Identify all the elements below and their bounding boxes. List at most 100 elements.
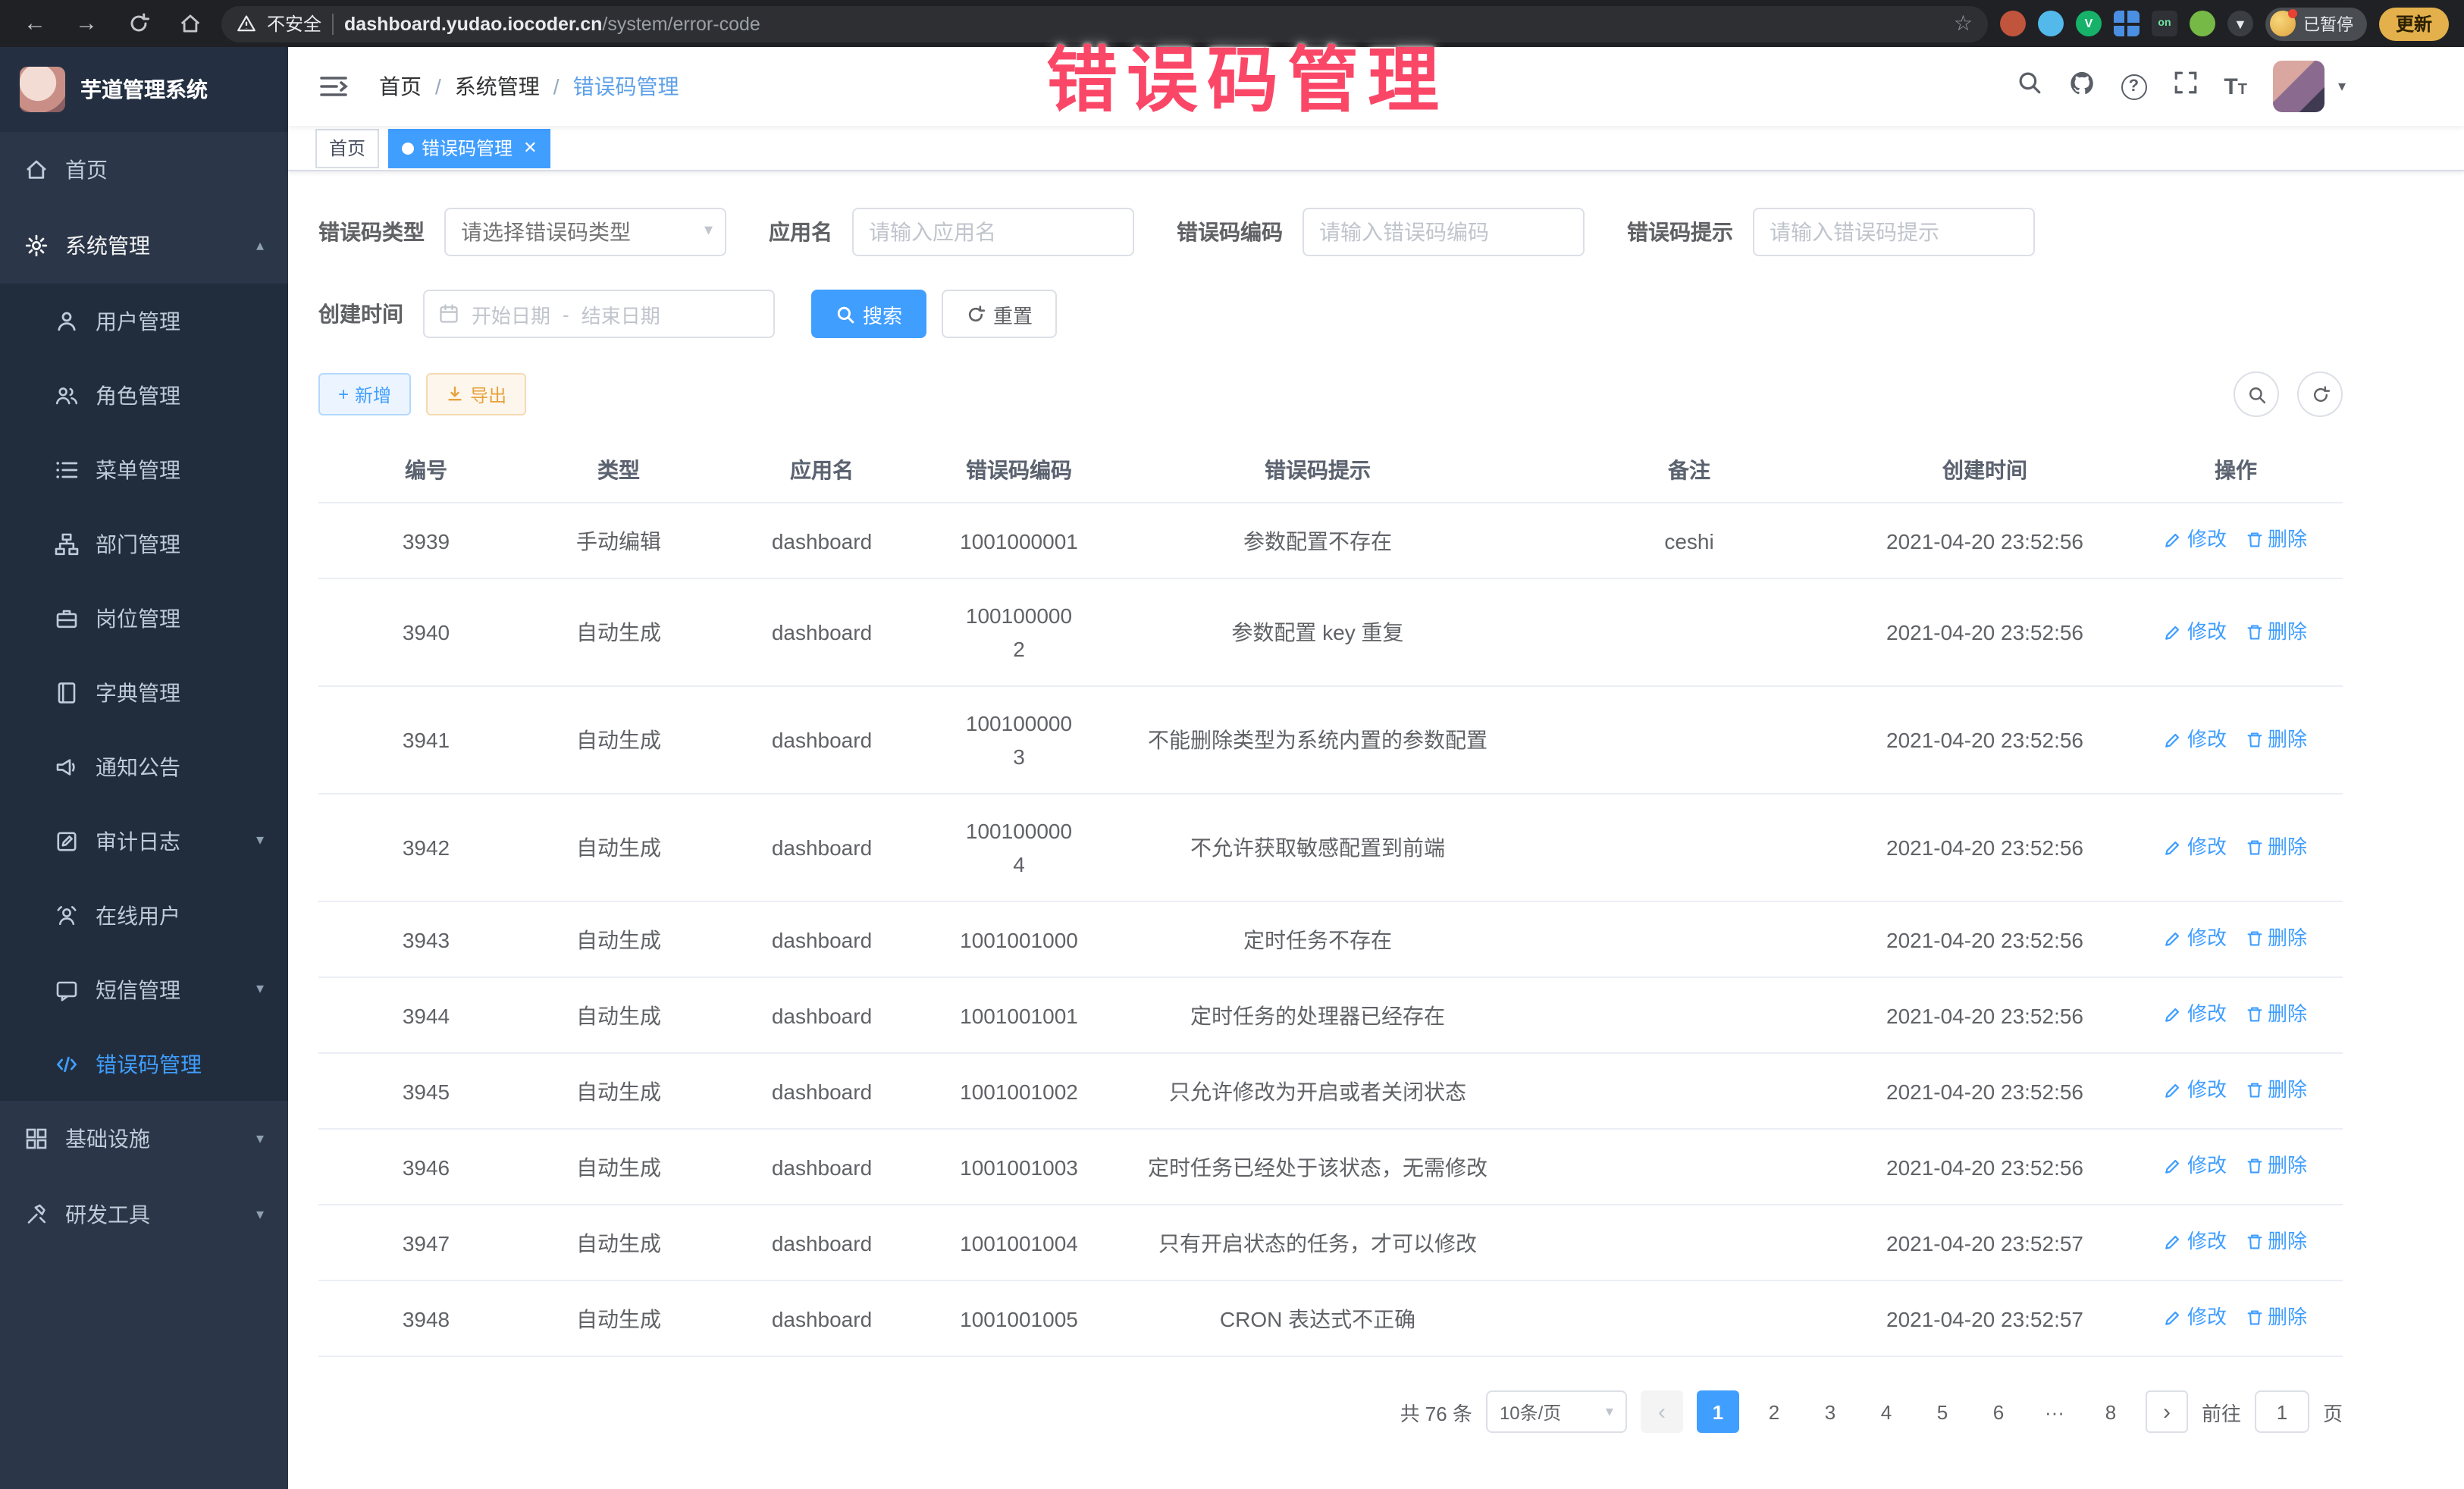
delete-button[interactable]: 删除 [2245,922,2307,955]
sidebar-item-system[interactable]: 系统管理 ▴ [0,208,288,284]
extension-icon-4[interactable] [2114,11,2140,36]
sidebar-toggle-button[interactable] [309,73,358,100]
app-logo[interactable]: 芋道管理系统 [0,47,288,132]
prev-page-button[interactable]: ‹ [1641,1390,1683,1433]
pencil-icon [2165,622,2183,641]
edit-button[interactable]: 修改 [2165,998,2227,1031]
sidebar-item-roles[interactable]: 角色管理 [0,358,288,432]
page-button-4[interactable]: 4 [1865,1390,1908,1433]
breadcrumb-home[interactable]: 首页 [379,71,422,102]
page-size-select[interactable]: 10条/页 ▾ [1486,1390,1627,1433]
cell-created: 2021-04-20 23:52:56 [1841,1053,2129,1129]
add-button[interactable]: + 新增 [318,373,411,415]
edit-button[interactable]: 修改 [2165,830,2227,864]
edit-button[interactable]: 修改 [2165,523,2227,556]
edit-button[interactable]: 修改 [2165,1149,2227,1183]
page-button-5[interactable]: 5 [1921,1390,1964,1433]
refresh-table-button[interactable] [2297,371,2343,417]
sidebar-item-users[interactable]: 用户管理 [0,284,288,358]
sidebar-item-error-code[interactable]: 错误码管理 [0,1027,288,1101]
extension-icon-5[interactable]: on [2152,11,2177,36]
cell-created: 2021-04-20 23:52:56 [1841,686,2129,794]
delete-button[interactable]: 删除 [2245,830,2307,864]
browser-reload-button[interactable] [118,5,158,42]
sidebar-item-departments[interactable]: 部门管理 [0,506,288,581]
next-page-button[interactable]: › [2146,1390,2188,1433]
delete-button[interactable]: 删除 [2245,1225,2307,1259]
show-search-toggle-button[interactable] [2234,371,2279,417]
font-size-icon[interactable]: TT [2224,74,2247,99]
breadcrumb-system[interactable]: 系统管理 [455,71,540,102]
edit-button[interactable]: 修改 [2165,615,2227,648]
sidebar-item-infrastructure[interactable]: 基础设施 ▾ [0,1101,288,1177]
page-button-8[interactable]: 8 [2089,1390,2132,1433]
delete-button[interactable]: 删除 [2245,523,2307,556]
megaphone-icon [55,754,79,779]
browser-profile-chip[interactable]: 已暂停 [2265,7,2367,40]
search-button[interactable]: 搜索 [811,290,926,338]
export-button[interactable]: 导出 [426,373,526,415]
browser-back-button[interactable]: ← [15,5,55,42]
cell-operations: 修改 删除 [2129,794,2343,901]
url-text[interactable]: dashboard.yudao.iocoder.cn/system/error-… [344,13,1943,34]
reset-button[interactable]: 重置 [942,290,1057,338]
close-tab-icon[interactable]: ✕ [523,138,537,158]
extension-icon-3[interactable]: V [2076,11,2102,36]
browser-update-button[interactable]: 更新 [2379,7,2449,40]
header-search-icon[interactable] [2016,70,2042,103]
delete-button[interactable]: 删除 [2245,1074,2307,1107]
cell-message: 参数配置不存在 [1098,503,1538,578]
chevron-down-icon[interactable]: ▾ [2338,78,2346,95]
bookmark-star-icon[interactable]: ☆ [1954,11,1973,36]
extension-icon-2[interactable] [2038,11,2064,36]
edit-button[interactable]: 修改 [2165,922,2227,955]
extension-icon-6[interactable] [2190,11,2215,36]
goto-page-input[interactable] [2255,1390,2309,1433]
delete-button[interactable]: 删除 [2245,1149,2307,1183]
error-code-input[interactable] [1303,208,1585,256]
browser-home-button[interactable] [170,5,209,42]
help-icon[interactable]: ? [2121,74,2146,99]
sidebar-item-online-users[interactable]: 在线用户 [0,878,288,952]
sidebar-item-notices[interactable]: 通知公告 [0,729,288,804]
delete-button[interactable]: 删除 [2245,615,2307,648]
delete-button[interactable]: 删除 [2245,723,2307,756]
gear-icon [24,234,49,258]
error-message-input[interactable] [1753,208,2035,256]
extension-icon-1[interactable] [2000,11,2026,36]
security-label[interactable]: 不安全 [267,11,321,36]
github-icon[interactable] [2067,69,2095,104]
date-range-picker[interactable]: 开始日期 - 结束日期 [423,290,775,338]
delete-button[interactable]: 删除 [2245,998,2307,1031]
sidebar-item-home[interactable]: 首页 [0,132,288,208]
fullscreen-icon[interactable] [2172,70,2198,103]
user-avatar[interactable] [2273,61,2324,112]
error-type-select[interactable] [444,208,726,256]
page-button-6[interactable]: 6 [1977,1390,2020,1433]
edit-button[interactable]: 修改 [2165,723,2227,756]
edit-button[interactable]: 修改 [2165,1301,2227,1334]
sidebar-item-dictionary[interactable]: 字典管理 [0,655,288,729]
tab-home[interactable]: 首页 [315,128,379,168]
filter-row-2: 创建时间 开始日期 - 结束日期 搜索 [318,290,2343,338]
delete-button[interactable]: 删除 [2245,1301,2307,1334]
browser-forward-button[interactable]: → [67,5,106,42]
page-button-2[interactable]: 2 [1753,1390,1795,1433]
tab-error-code[interactable]: 错误码管理 ✕ [388,128,550,168]
sidebar-item-audit-log[interactable]: 审计日志 ▾ [0,804,288,878]
column-header-app: 应用名 [704,438,940,503]
cell-app: dashboard [704,794,940,901]
extensions-pin-icon[interactable]: ▼ [2227,11,2253,36]
browser-address-bar[interactable]: 不安全 dashboard.yudao.iocoder.cn/system/er… [221,5,1988,42]
sidebar-item-positions[interactable]: 岗位管理 [0,581,288,655]
page-ellipsis-button[interactable]: ··· [2033,1390,2076,1433]
edit-button[interactable]: 修改 [2165,1225,2227,1259]
page-button-3[interactable]: 3 [1809,1390,1851,1433]
sidebar-item-dev-tools[interactable]: 研发工具 ▾ [0,1177,288,1252]
cell-message: 只允许修改为开启或者关闭状态 [1098,1053,1538,1129]
edit-button[interactable]: 修改 [2165,1074,2227,1107]
app-name-input[interactable] [852,208,1134,256]
page-button-1[interactable]: 1 [1697,1390,1739,1433]
sidebar-item-menus[interactable]: 菜单管理 [0,432,288,506]
sidebar-item-sms[interactable]: 短信管理 ▾ [0,952,288,1027]
